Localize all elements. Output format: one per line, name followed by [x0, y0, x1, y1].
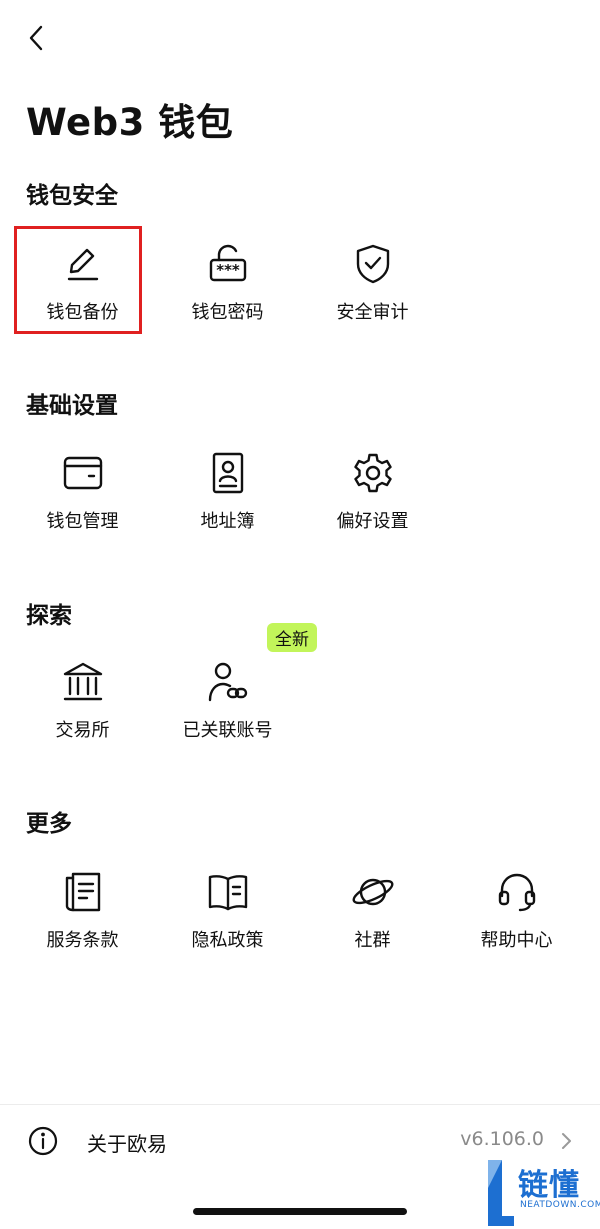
bank-building-icon	[59, 658, 107, 706]
shield-check-icon	[349, 240, 397, 288]
app-version: v6.106.0	[460, 1128, 544, 1150]
community-label: 社群	[354, 930, 391, 951]
back-button[interactable]	[20, 20, 52, 56]
user-link-icon	[204, 658, 252, 706]
exchange-label: 交易所	[55, 720, 110, 741]
preferences-button[interactable]: 偏好设置	[300, 437, 445, 547]
svg-text:***: ***	[216, 261, 240, 279]
lock-password-icon: ***	[204, 240, 252, 288]
wallet-password-button[interactable]: *** 钱包密码	[155, 228, 300, 338]
watermark-logo: 链懂 NEATDOWN.COM	[486, 1158, 600, 1228]
home-indicator	[193, 1208, 407, 1215]
headset-icon	[493, 868, 541, 916]
open-book-icon	[204, 868, 252, 916]
watermark-text: 链懂	[518, 1168, 580, 1203]
highlight-frame	[14, 226, 142, 334]
info-icon	[28, 1126, 58, 1156]
linked-accounts-button[interactable]: 已关联账号	[155, 646, 300, 756]
terms-of-service-label: 服务条款	[46, 930, 119, 951]
linked-accounts-label: 已关联账号	[182, 720, 273, 741]
privacy-policy-button[interactable]: 隐私政策	[155, 856, 300, 966]
about-okx-label: 关于欧易	[87, 1132, 167, 1156]
wallet-password-label: 钱包密码	[191, 302, 264, 323]
watermark-l-mark	[488, 1160, 514, 1226]
section-title-wallet-security: 钱包安全	[26, 183, 118, 209]
section-title-more: 更多	[26, 811, 72, 837]
preferences-label: 偏好设置	[336, 511, 409, 532]
address-book-button[interactable]: 地址簿	[155, 437, 300, 547]
section-title-explore: 探索	[26, 603, 72, 629]
document-list-icon	[59, 868, 107, 916]
wallet-management-label: 钱包管理	[46, 511, 119, 532]
exchange-button[interactable]: 交易所	[10, 646, 155, 756]
new-badge: 全新	[267, 623, 317, 652]
watermark-subtext: NEATDOWN.COM	[520, 1200, 600, 1210]
page-title: Web3 钱包	[26, 101, 234, 144]
wallet-management-button[interactable]: 钱包管理	[10, 437, 155, 547]
help-center-button[interactable]: 帮助中心	[444, 856, 589, 966]
section-title-basic-settings: 基础设置	[26, 393, 118, 419]
terms-of-service-button[interactable]: 服务条款	[10, 856, 155, 966]
community-button[interactable]: 社群	[300, 856, 445, 966]
address-book-label: 地址簿	[200, 511, 255, 532]
security-audit-label: 安全审计	[336, 302, 409, 323]
security-audit-button[interactable]: 安全审计	[300, 228, 445, 338]
wallet-icon	[59, 449, 107, 497]
chevron-right-icon	[562, 1133, 571, 1149]
gear-icon	[349, 449, 397, 497]
help-center-label: 帮助中心	[480, 930, 553, 951]
privacy-policy-label: 隐私政策	[191, 930, 264, 951]
address-book-icon	[204, 449, 252, 497]
planet-icon	[349, 868, 397, 916]
chevron-left-icon	[29, 25, 43, 51]
